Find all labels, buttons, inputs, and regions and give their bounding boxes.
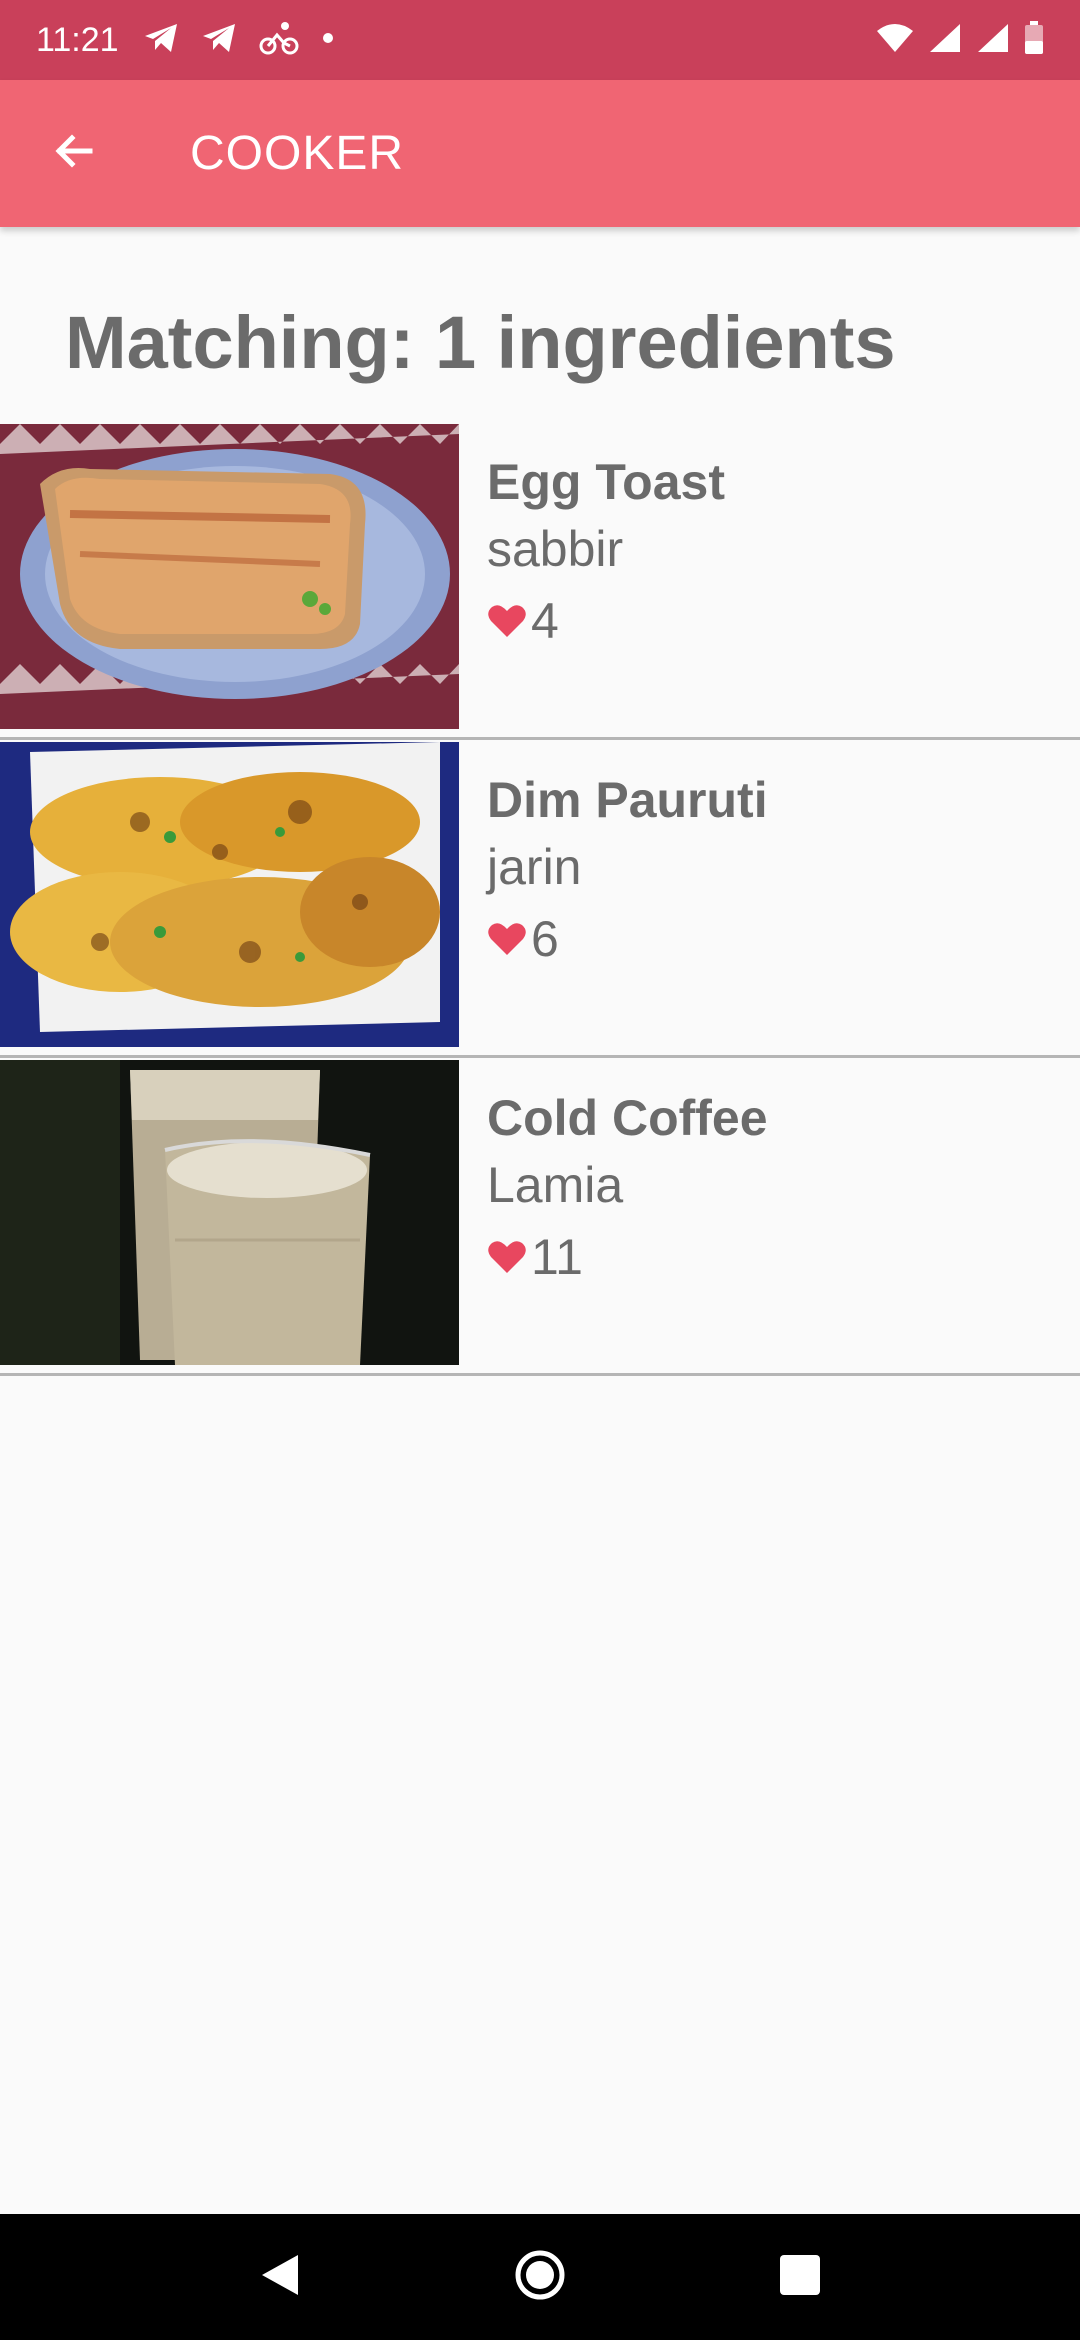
app-title: COOKER xyxy=(190,127,405,180)
nav-home-button[interactable] xyxy=(500,2237,580,2317)
heart-icon xyxy=(487,921,527,957)
system-nav-bar xyxy=(0,2214,1080,2340)
dot-icon xyxy=(321,31,335,50)
status-time: 11:21 xyxy=(36,20,119,59)
recipe-row-cold-coffee[interactable]: Cold Coffee Lamia 11 xyxy=(0,1058,1080,1376)
like-count-value: 6 xyxy=(531,911,559,967)
arrow-left-icon xyxy=(50,127,98,180)
home-circle-icon xyxy=(513,2248,567,2307)
recipe-row-egg-toast[interactable]: Egg Toast sabbir 4 xyxy=(0,422,1080,740)
egg-toast-photo xyxy=(0,424,459,729)
like-count-value: 11 xyxy=(531,1229,583,1285)
recipe-name: Dim Pauruti xyxy=(487,772,768,828)
heart-icon xyxy=(487,603,527,639)
nav-recents-button[interactable] xyxy=(760,2237,840,2317)
recipe-name: Egg Toast xyxy=(487,454,725,510)
app-bar: COOKER xyxy=(0,80,1080,227)
back-button[interactable] xyxy=(24,104,124,204)
cycling-icon xyxy=(259,21,299,60)
signal-icon xyxy=(976,23,1010,58)
signal-icon xyxy=(928,23,962,58)
recipe-row-dim-pauruti[interactable]: Dim Pauruti jarin 6 xyxy=(0,740,1080,1058)
recipe-name: Cold Coffee xyxy=(487,1090,768,1146)
like-count: 6 xyxy=(487,904,768,974)
recipe-author: sabbir xyxy=(487,521,624,577)
cold-coffee-photo xyxy=(0,1060,459,1365)
like-count: 11 xyxy=(487,1222,768,1292)
battery-icon xyxy=(1024,20,1044,60)
heart-icon xyxy=(487,1239,527,1275)
recipe-author: Lamia xyxy=(487,1157,624,1213)
status-bar: 11:21 xyxy=(0,0,1080,80)
recipe-list: Egg Toast sabbir 4 Dim Pauruti jarin 6 C… xyxy=(0,422,1080,1376)
telegram-icon xyxy=(143,22,179,59)
dim-pauruti-photo xyxy=(0,742,459,1047)
back-triangle-icon xyxy=(258,2251,302,2304)
recipe-author: jarin xyxy=(487,839,582,895)
matching-heading: Matching: 1 ingredients xyxy=(65,301,896,384)
nav-back-button[interactable] xyxy=(240,2237,320,2317)
recents-square-icon xyxy=(777,2252,823,2303)
like-count: 4 xyxy=(487,586,725,656)
wifi-icon xyxy=(876,23,914,58)
telegram-icon xyxy=(201,22,237,59)
like-count-value: 4 xyxy=(531,593,559,649)
